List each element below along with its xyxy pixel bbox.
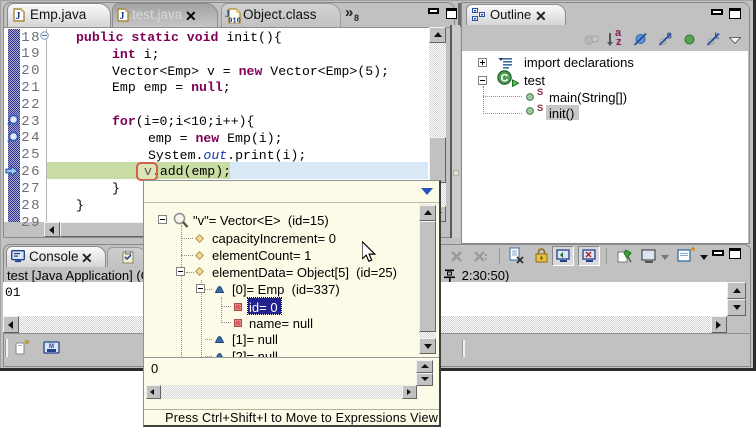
- svg-text:J: J: [120, 11, 125, 22]
- svg-text:J: J: [16, 11, 21, 22]
- svg-text:C: C: [501, 73, 509, 85]
- svg-text:010: 010: [228, 18, 241, 25]
- svg-text:M: M: [49, 344, 54, 350]
